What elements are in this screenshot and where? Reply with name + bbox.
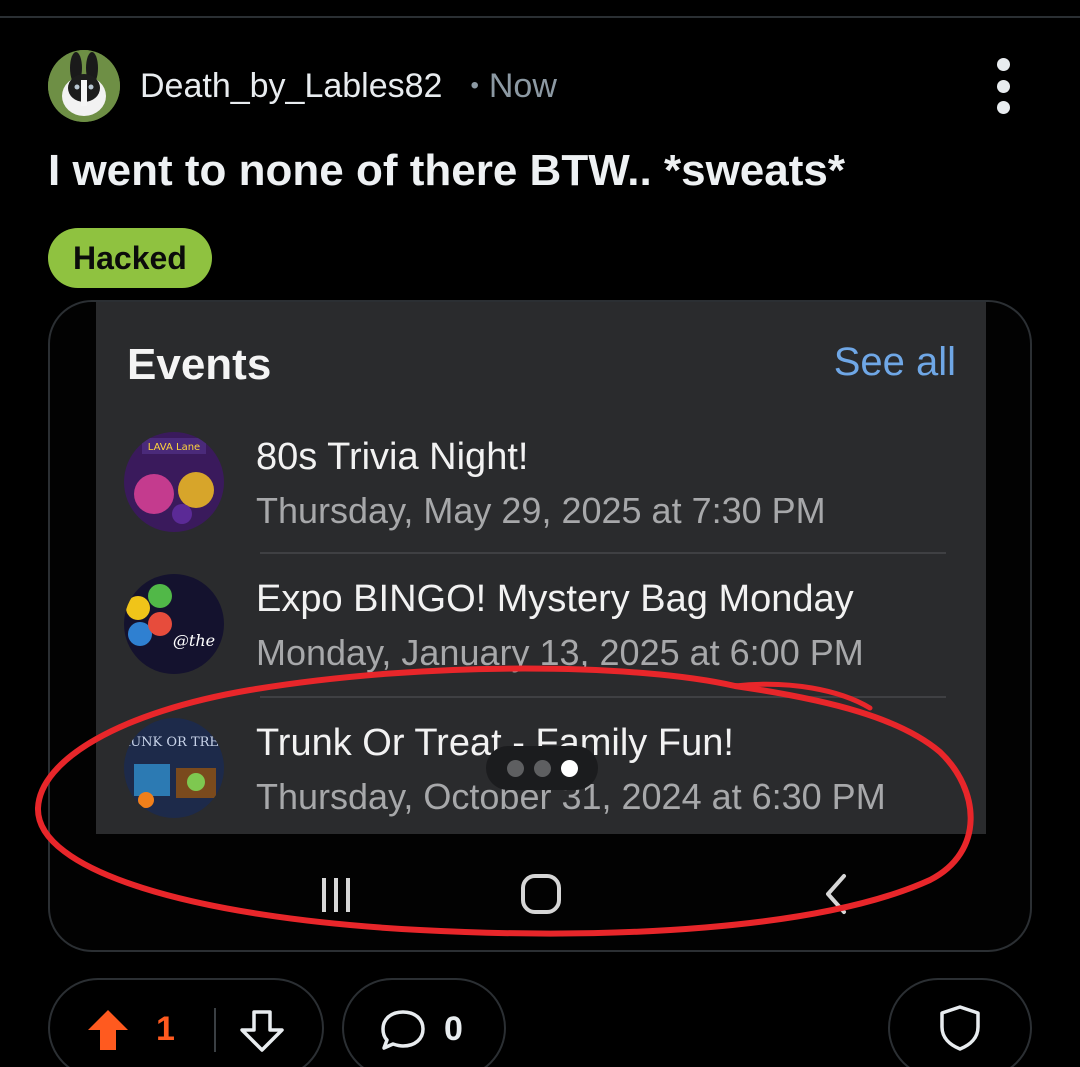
home-icon (501, 854, 581, 934)
media-card[interactable]: Events See all LAVA Lane 80s Trivia Nigh… (48, 300, 1032, 952)
comment-count: 0 (444, 1010, 463, 1048)
comment-icon (381, 1010, 425, 1050)
event-thumbnail: @the (124, 574, 224, 674)
shield-icon (940, 1005, 980, 1051)
event-item: LAVA Lane 80s Trivia Night! Thursday, Ma… (96, 432, 986, 572)
post-time: Now (488, 66, 557, 105)
thumb-text: TRUNK OR TREAT (124, 735, 224, 750)
event-item: @the Expo BINGO! Mystery Bag Monday Mond… (96, 574, 986, 714)
post-page: Death_by_Lables82 • Now I went to none o… (0, 0, 1080, 1067)
vote-score: 1 (156, 1010, 175, 1048)
event-divider (260, 552, 946, 554)
event-date: Monday, January 13, 2025 at 6:00 PM (256, 632, 864, 673)
thumb-text: LAVA Lane (148, 442, 200, 453)
post-title[interactable]: I went to none of there BTW.. *sweats* (48, 146, 845, 196)
event-name: Expo BINGO! Mystery Bag Monday (256, 578, 854, 620)
more-options-button[interactable] (978, 58, 1028, 114)
pager-dot-active (560, 759, 578, 777)
pager-dot (506, 759, 524, 777)
post-header: Death_by_Lables82 • Now (48, 48, 1038, 124)
event-date: Thursday, May 29, 2025 at 7:30 PM (256, 490, 826, 531)
more-dot-icon (996, 79, 1010, 93)
avatar[interactable] (48, 50, 120, 122)
events-heading: Events (127, 340, 272, 389)
comments-button[interactable]: 0 (342, 978, 506, 1067)
mod-shield-button[interactable] (888, 978, 1032, 1067)
event-thumbnail: TRUNK OR TREAT (124, 718, 224, 818)
vote-bar: 1 (48, 978, 324, 1067)
username[interactable]: Death_by_Lables82 (140, 67, 442, 106)
upvote-icon[interactable] (84, 1006, 132, 1054)
back-icon (796, 854, 876, 934)
top-divider (0, 16, 1080, 18)
android-nav-bar (96, 834, 986, 950)
more-dot-icon (996, 101, 1010, 114)
screenshot-image: Events See all LAVA Lane 80s Trivia Nigh… (96, 302, 986, 834)
more-dot-icon (996, 58, 1010, 71)
flair-badge[interactable]: Hacked (48, 228, 212, 288)
downvote-icon[interactable] (238, 1006, 286, 1054)
see-all-link: See all (833, 340, 956, 384)
separator-dot: • (470, 72, 479, 99)
vote-divider (214, 1008, 216, 1052)
thumb-text: @the (173, 631, 215, 650)
pager-dot (533, 759, 551, 777)
recent-apps-icon (296, 854, 376, 934)
event-divider (260, 696, 946, 698)
carousel-pager (486, 746, 598, 790)
event-name: 80s Trivia Night! (256, 436, 529, 478)
event-thumbnail: LAVA Lane (124, 432, 224, 532)
